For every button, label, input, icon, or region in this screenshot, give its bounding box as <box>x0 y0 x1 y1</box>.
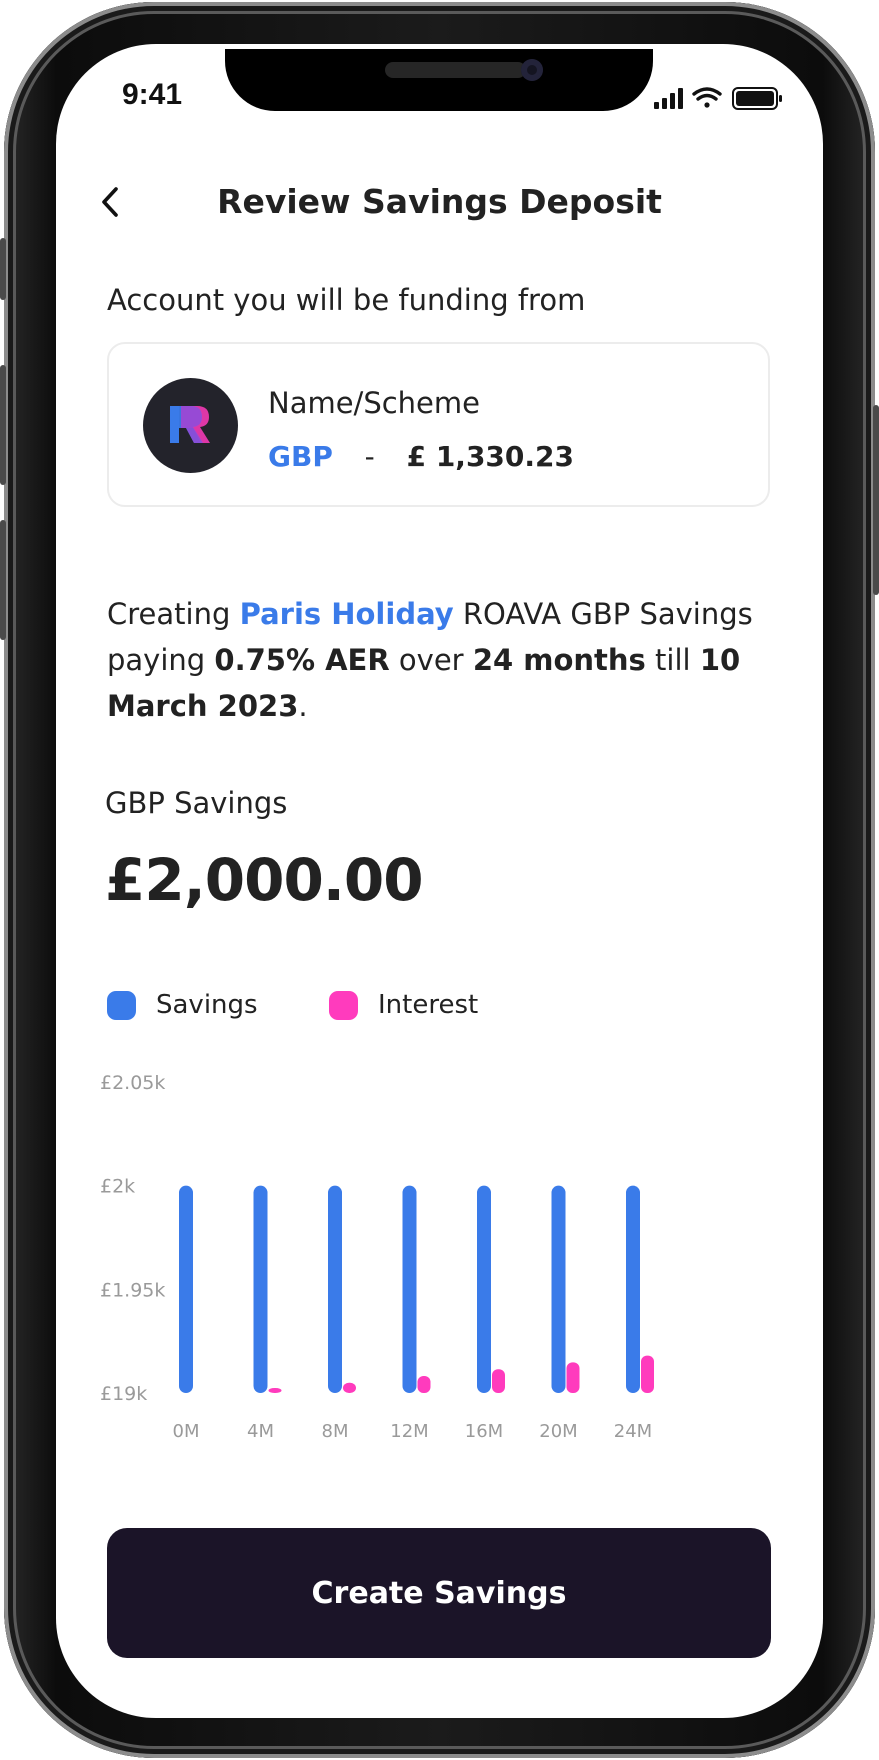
savings-amount: £2,000.00 <box>105 846 424 914</box>
savings-bar <box>477 1185 491 1393</box>
savings-name: Paris Holiday <box>239 597 454 631</box>
status-icons <box>654 87 782 110</box>
cellular-signal-icon <box>654 88 683 109</box>
savings-bar <box>402 1185 417 1393</box>
gbp-savings-label: GBP Savings <box>105 786 288 820</box>
desc-text: . <box>298 689 308 723</box>
savings-bar <box>179 1185 193 1393</box>
earpiece-speaker <box>385 62 526 78</box>
y-tick-label: £19k <box>100 1383 147 1405</box>
legend-savings-swatch <box>107 990 136 1020</box>
volume-down-button <box>0 520 6 640</box>
y-tick-label: £2k <box>100 1176 135 1198</box>
legend-interest-label: Interest <box>378 990 479 1020</box>
interest-bar <box>343 1382 356 1393</box>
interest-rate: 0.75% AER <box>214 643 390 677</box>
interest-bar <box>417 1376 431 1393</box>
status-time: 9:41 <box>122 78 183 111</box>
legend-savings-label: Savings <box>156 990 258 1020</box>
notch <box>225 49 653 111</box>
savings-bar <box>253 1185 268 1393</box>
page-title: Review Savings Deposit <box>217 182 662 221</box>
legend-savings: Savings <box>107 990 258 1020</box>
mute-switch <box>0 238 6 300</box>
x-tick-label: 20M <box>539 1421 577 1442</box>
create-savings-button[interactable]: Create Savings <box>107 1528 771 1658</box>
roava-logo-icon <box>143 378 238 473</box>
funding-label: Account you will be funding from <box>107 283 586 317</box>
balance-separator: - <box>364 440 375 473</box>
desc-text: over <box>389 643 473 677</box>
front-camera <box>521 59 543 81</box>
x-tick-label: 4M <box>247 1421 274 1442</box>
wifi-icon <box>692 87 722 108</box>
volume-up-button <box>0 365 6 485</box>
account-name: Name/Scheme <box>268 386 480 420</box>
interest-bar <box>268 1388 282 1393</box>
x-tick-label: 24M <box>614 1421 652 1442</box>
x-tick-label: 12M <box>390 1421 428 1442</box>
savings-bar <box>551 1185 566 1393</box>
x-tick-label: 0M <box>173 1421 200 1442</box>
desc-text: Creating <box>107 597 240 631</box>
account-currency: GBP <box>268 440 333 473</box>
interest-bar <box>566 1362 580 1393</box>
savings-description: Creating Paris Holiday ROAVA GBP Savings… <box>107 591 797 729</box>
power-button <box>873 405 879 595</box>
account-balance-line: GBP - £ 1,330.23 <box>268 440 574 473</box>
desc-text: till <box>645 643 700 677</box>
legend-interest-swatch <box>329 990 358 1020</box>
savings-chart: £2.05k £2k £1.95k £19k 0M 4M 8M 12M 16M 20M 24M <box>100 1072 654 1442</box>
savings-bar <box>626 1185 640 1393</box>
account-balance: £ 1,330.23 <box>406 440 574 473</box>
x-tick-label: 16M <box>465 1421 503 1442</box>
interest-bar <box>492 1369 505 1393</box>
x-tick-label: 8M <box>322 1421 349 1442</box>
battery-icon <box>732 87 782 110</box>
savings-term: 24 months <box>472 643 646 677</box>
y-tick-label: £2.05k <box>100 1072 165 1094</box>
interest-bar <box>641 1355 654 1393</box>
legend-interest: Interest <box>329 990 478 1020</box>
y-tick-label: £1.95k <box>100 1279 165 1301</box>
savings-bar <box>328 1185 342 1393</box>
